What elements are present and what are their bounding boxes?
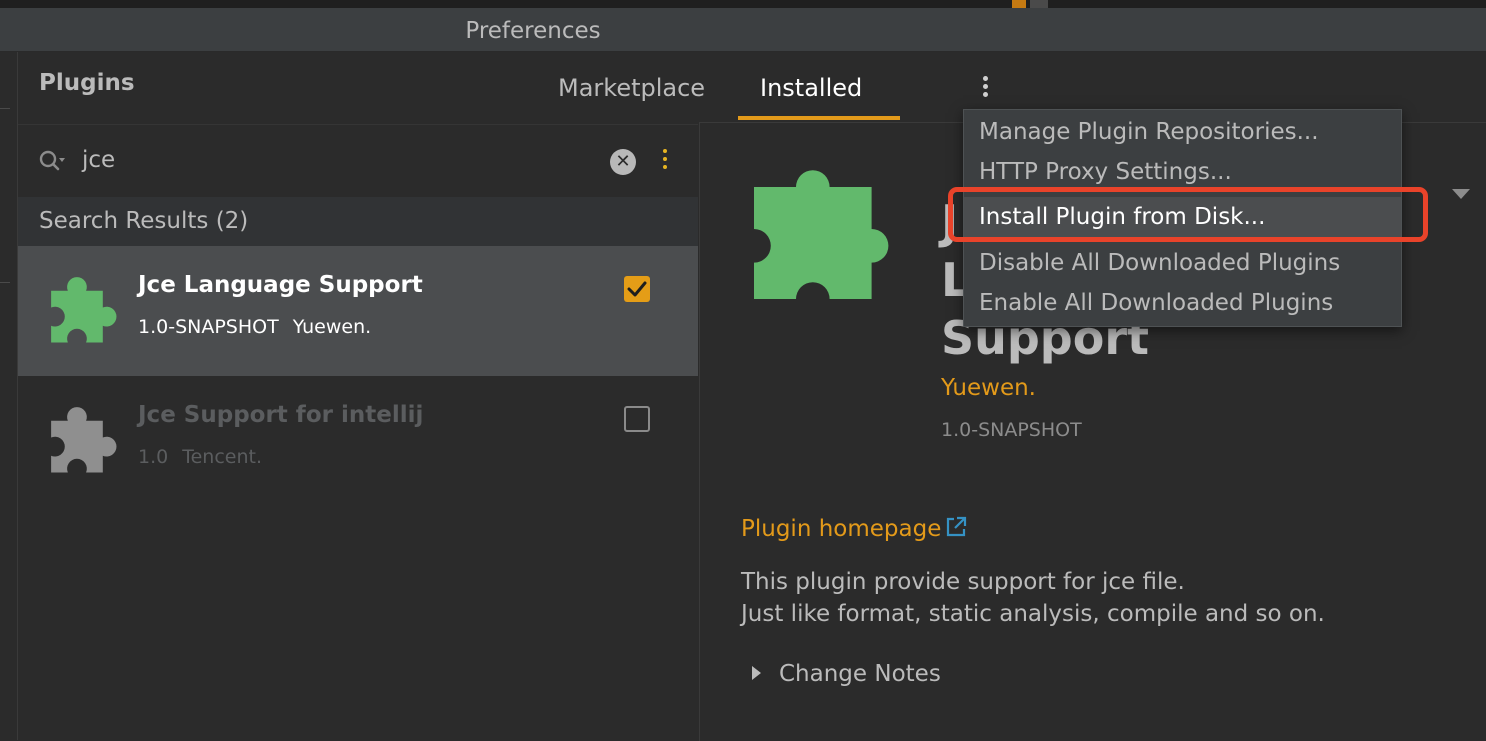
plugin-detail-vendor[interactable]: Yuewen.	[941, 375, 1036, 401]
plugin-version: 1.0	[138, 446, 169, 468]
plugin-list-item[interactable]: Jce Language Support 1.0-SNAPSHOT Yuewen.	[18, 246, 698, 376]
kebab-icon[interactable]	[662, 149, 668, 173]
menu-item-enable-all[interactable]: Enable All Downloaded Plugins	[964, 283, 1401, 323]
gutter-mark	[0, 282, 10, 283]
highlight-callout	[948, 187, 1428, 242]
top-strip-mark	[1030, 0, 1048, 8]
window-title: Preferences	[465, 18, 601, 44]
menu-item-disable-all[interactable]: Disable All Downloaded Plugins	[964, 243, 1401, 283]
plugin-list-item[interactable]: Jce Support for intellij 1.0 Tencent.	[18, 376, 698, 506]
search-bar[interactable]: jce ✕	[18, 124, 698, 198]
puzzle-icon	[42, 268, 118, 348]
plugin-vendor: Yuewen.	[292, 316, 372, 338]
active-tab-indicator	[738, 116, 900, 120]
settings-tree-gutter	[0, 52, 18, 740]
menu-item-http-proxy[interactable]: HTTP Proxy Settings...	[964, 152, 1401, 192]
plugin-meta: 1.0-SNAPSHOT Yuewen.	[138, 316, 371, 338]
description-line: This plugin provide support for jce file…	[741, 569, 1185, 595]
plugin-version: 1.0-SNAPSHOT	[138, 316, 279, 338]
tab-marketplace[interactable]: Marketplace	[558, 74, 705, 102]
top-strip	[0, 0, 1486, 8]
chevron-right-icon	[752, 666, 761, 680]
description-line: Just like format, static analysis, compi…	[741, 601, 1325, 627]
puzzle-icon	[42, 398, 118, 478]
enable-checkbox[interactable]	[624, 406, 650, 432]
tab-installed[interactable]: Installed	[760, 74, 862, 102]
plugins-panel: Plugins jce ✕ Search Results (2) Jce Lan…	[18, 52, 698, 740]
panel-title: Plugins	[39, 70, 135, 96]
change-notes-label[interactable]: Change Notes	[779, 661, 941, 687]
search-results-label: Search Results (2)	[39, 208, 249, 234]
enable-checkbox[interactable]	[624, 276, 650, 302]
search-icon[interactable]	[38, 149, 68, 177]
kebab-icon[interactable]	[983, 76, 989, 100]
search-input[interactable]: jce	[82, 147, 115, 173]
plugin-name: Jce Language Support	[138, 272, 423, 298]
plugin-homepage-label[interactable]: Plugin homepage	[741, 516, 941, 542]
plugin-vendor: Tencent.	[182, 446, 262, 468]
menu-item-manage-repositories[interactable]: Manage Plugin Repositories...	[964, 112, 1401, 152]
external-link-icon[interactable]	[945, 516, 967, 544]
top-strip-accent	[1012, 0, 1026, 8]
chevron-down-icon[interactable]	[1452, 189, 1470, 199]
change-notes-toggle[interactable]: Change Notes	[752, 661, 941, 687]
plugin-name: Jce Support for intellij	[138, 402, 424, 428]
plugin-detail-version: 1.0-SNAPSHOT	[941, 419, 1082, 441]
window-titlebar: Preferences	[0, 8, 1486, 52]
plugin-description: This plugin provide support for jce file…	[741, 566, 1325, 630]
gutter-mark	[0, 108, 10, 109]
checkmark-icon	[627, 281, 647, 297]
clear-icon[interactable]: ✕	[610, 149, 636, 175]
puzzle-icon	[754, 159, 894, 303]
plugin-meta: 1.0 Tencent.	[138, 446, 262, 468]
plugin-homepage-link[interactable]: Plugin homepage	[741, 516, 967, 544]
search-results-header: Search Results (2)	[18, 197, 698, 246]
